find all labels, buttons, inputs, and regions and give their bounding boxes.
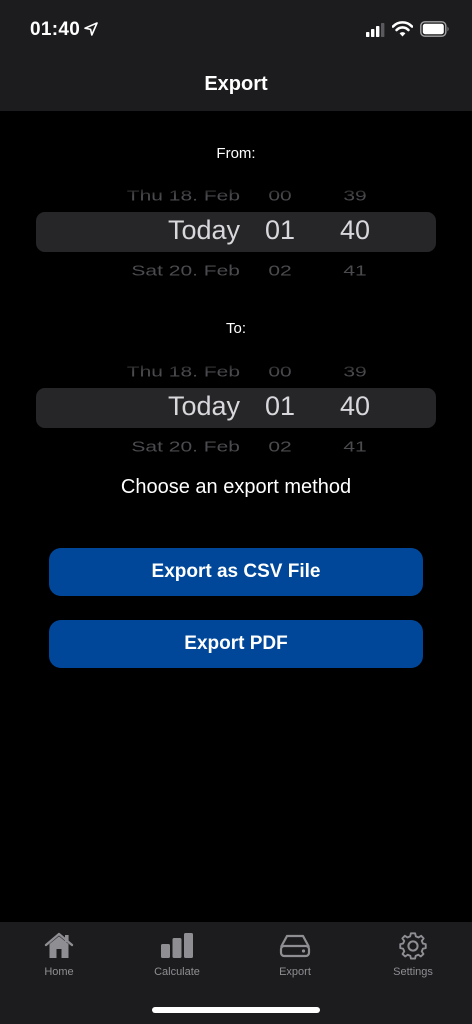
home-icon	[44, 932, 74, 958]
picker-date-next[interactable]: Sat 20. Feb	[131, 262, 240, 279]
picker-minute-next[interactable]: 41	[333, 438, 377, 455]
picker-date-next[interactable]: Sat 20. Feb	[131, 438, 240, 455]
picker-minute-prev[interactable]: 39	[333, 363, 377, 380]
nav-bar: Export	[0, 60, 472, 111]
page-title: Export	[204, 73, 268, 95]
picker-date-selected[interactable]: Today	[168, 215, 240, 246]
status-time: 01:40	[30, 19, 81, 40]
wifi-icon	[392, 21, 413, 37]
picker-minute-next[interactable]: 41	[333, 262, 377, 279]
tab-export[interactable]: Export	[236, 932, 354, 994]
tab-calculate[interactable]: Calculate	[118, 932, 236, 994]
tab-settings-label: Settings	[393, 966, 433, 978]
bar-chart-icon	[161, 933, 193, 958]
export-method-prompt: Choose an export method	[120, 476, 352, 498]
export-pdf-button[interactable]: Export PDF	[49, 620, 423, 668]
to-label: To:	[225, 320, 246, 337]
location-arrow-icon	[84, 22, 98, 36]
cellular-signal-icon	[366, 23, 385, 37]
tab-settings[interactable]: Settings	[354, 932, 472, 994]
picker-date-prev[interactable]: Thu 18. Feb	[127, 187, 240, 204]
tab-calculate-label: Calculate	[154, 966, 200, 978]
picker-hour-selected[interactable]: 01	[258, 391, 302, 422]
picker-minute-prev[interactable]: 39	[333, 187, 377, 204]
tab-export-label: Export	[279, 966, 311, 978]
home-indicator[interactable]	[152, 1007, 320, 1013]
battery-icon	[420, 21, 449, 37]
drive-icon	[279, 934, 311, 958]
tab-home-label: Home	[44, 966, 74, 978]
picker-hour-next[interactable]: 02	[258, 262, 302, 279]
picker-minute-selected[interactable]: 40	[333, 215, 377, 246]
from-date-picker[interactable]: Thu 18. Feb 00 39 Today 01 40 Sat 20. Fe…	[0, 182, 472, 290]
gear-icon	[399, 932, 427, 960]
picker-date-selected[interactable]: Today	[168, 391, 240, 422]
to-date-picker[interactable]: Thu 18. Feb 00 39 Today 01 40 Sat 20. Fe…	[0, 358, 472, 466]
picker-hour-next[interactable]: 02	[258, 438, 302, 455]
tab-home[interactable]: Home	[0, 932, 118, 994]
picker-hour-selected[interactable]: 01	[258, 215, 302, 246]
picker-minute-selected[interactable]: 40	[333, 391, 377, 422]
export-csv-button[interactable]: Export as CSV File	[49, 548, 423, 596]
picker-hour-prev[interactable]: 00	[258, 187, 302, 204]
status-bar: 01:40	[0, 0, 472, 60]
from-label: From:	[216, 145, 256, 162]
picker-hour-prev[interactable]: 00	[258, 363, 302, 380]
picker-date-prev[interactable]: Thu 18. Feb	[127, 363, 240, 380]
